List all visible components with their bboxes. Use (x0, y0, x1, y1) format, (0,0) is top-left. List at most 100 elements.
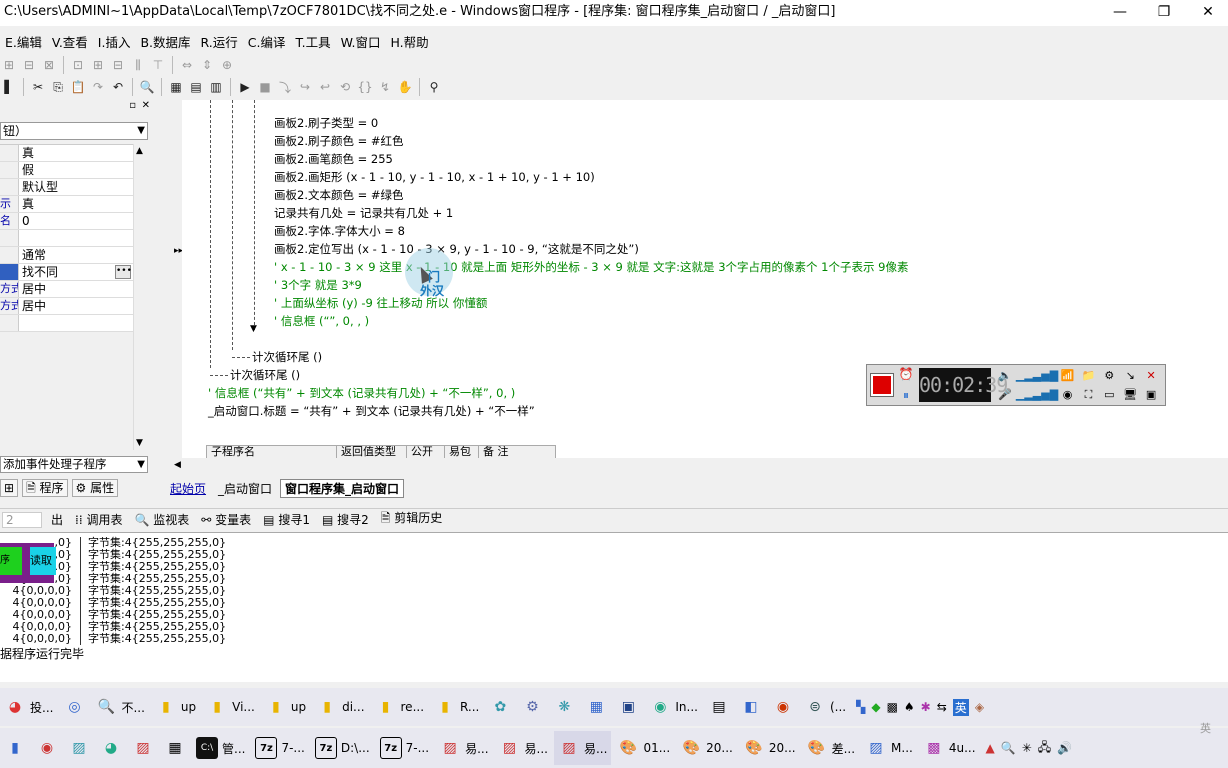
property-row[interactable]: 名0 (0, 213, 133, 230)
bottom-tab-input[interactable]: 2 (2, 511, 42, 528)
step6-icon[interactable]: ↯ (376, 78, 394, 96)
property-row[interactable] (0, 315, 133, 332)
taskbar-item[interactable]: ▨ 易... (435, 731, 492, 765)
stop-icon[interactable]: ■ (256, 78, 274, 96)
taskbar-item[interactable]: ▦ (160, 731, 190, 765)
property-row[interactable]: 真 (0, 145, 133, 162)
toolbar-left-icon[interactable]: ▌ (0, 78, 18, 96)
ime-indicator[interactable]: 英 (952, 698, 969, 716)
tab-program[interactable]: 🗎 程序 (22, 479, 68, 497)
taskbar-item[interactable]: ▮ (0, 731, 30, 765)
layout3-icon[interactable]: ▥ (207, 78, 225, 96)
property-scrollbar[interactable]: ▲ ▼ (133, 144, 147, 450)
tab-window-assembly[interactable]: 窗口程序集_启动窗口 (280, 478, 405, 498)
menu-database[interactable]: B.数据库 (135, 32, 195, 51)
step4-icon[interactable]: ⟲ (336, 78, 354, 96)
code-line[interactable]: 画板2.定位写出 (x - 1 - 10 - 3 × 9, y - 1 - 10… (274, 240, 639, 258)
taskbar-item[interactable]: ◉ (768, 690, 798, 724)
comment-line[interactable]: ' 上面纵坐标 (y) -9 往上移动 所以 你懂额 (274, 294, 487, 312)
taskbar-item[interactable]: ▦ (581, 690, 611, 724)
taskbar-item[interactable]: ◕ 投... (0, 690, 57, 724)
tray-icon[interactable]: ◈ (975, 700, 984, 714)
output-panel[interactable]: ,0} ,0} .0} 4{0,0,0,0} 4{0,0,0,0} 4{0,0,0,0}… (0, 532, 1228, 682)
tray-icon[interactable]: ✱ (921, 700, 931, 714)
pause-icon[interactable]: ⏸ (903, 388, 909, 403)
tray-icon[interactable]: ▲ (986, 741, 995, 755)
step1-icon[interactable]: ⤵ (276, 78, 294, 96)
taskbar-item[interactable]: 🎨 差... (802, 731, 859, 765)
panel-close-icon[interactable]: ✕ (142, 100, 150, 111)
layout2-icon[interactable]: ▤ (187, 78, 205, 96)
taskbar-item[interactable]: 🎨 01... (613, 731, 674, 765)
paste-icon[interactable]: 📋 (69, 78, 87, 96)
property-row[interactable]: 默认型 (0, 179, 133, 196)
comment-line[interactable]: ' 信息框 (“”, 0, , ) (274, 312, 369, 330)
property-row[interactable]: 方式居中 (0, 298, 133, 315)
tray-icon[interactable]: ▚ (856, 700, 865, 714)
copy-icon[interactable]: ⎘ (49, 78, 67, 96)
taskbar-item[interactable]: ▮ up (151, 690, 200, 724)
undo-icon[interactable]: ↶ (109, 78, 127, 96)
folder-icon[interactable]: 📁 (1079, 367, 1099, 385)
bottom-tab-search1[interactable]: ▤ 搜寻1 (260, 511, 313, 528)
code-hscrollbar[interactable]: ◀ (170, 460, 1228, 474)
tray-icon[interactable]: ♠ (904, 700, 915, 714)
tray-icon[interactable]: ◆ (871, 700, 880, 714)
code-line[interactable]: 画板2.刷子类型 = 0 (274, 114, 378, 132)
step5-icon[interactable]: {} (356, 78, 374, 96)
step3-icon[interactable]: ↩ (316, 78, 334, 96)
same-height-icon[interactable]: ⇕ (198, 56, 216, 74)
tray-icon[interactable]: ▩ (887, 700, 898, 714)
taskbar-item[interactable]: ✿ (485, 690, 515, 724)
tray-icon[interactable]: ✳ (1022, 741, 1032, 755)
minimize-button[interactable]: — (1100, 0, 1140, 26)
close-icon[interactable]: ✕ (1141, 367, 1161, 385)
layout1-icon[interactable]: ▦ (167, 78, 185, 96)
binoculars-icon[interactable]: ⚲ (425, 78, 443, 96)
bottom-tab-call-table[interactable]: ⁞⁞ 调用表 (72, 511, 125, 528)
align-middle-icon[interactable]: ⊞ (89, 56, 107, 74)
microphone-icon[interactable]: 🎤 (995, 386, 1015, 404)
property-row[interactable]: 方式居中 (0, 281, 133, 298)
taskbar-item[interactable]: ◉ (32, 731, 62, 765)
distribute-h-icon[interactable]: ⫼ (129, 56, 147, 74)
speaker-icon[interactable]: 🔈 (995, 367, 1015, 385)
monitor-icon[interactable]: 🖥 (1120, 386, 1140, 404)
screen-icon[interactable]: ▣ (1141, 386, 1161, 404)
fullscreen-icon[interactable]: ⛶ (1079, 386, 1099, 404)
tab-start-page[interactable]: 起始页 (166, 480, 210, 497)
taskbar-item[interactable]: 7z 7-... (376, 731, 433, 765)
align-left-icon[interactable]: ⊞ (0, 56, 18, 74)
comment-line[interactable]: ' 3个字 就是 3*9 (274, 276, 362, 294)
align-right-icon[interactable]: ⊠ (40, 56, 58, 74)
taskbar-item[interactable]: ▮ re... (371, 690, 429, 724)
same-size-icon[interactable]: ⊕ (218, 56, 236, 74)
code-line[interactable]: 画板2.字体.字体大小 = 8 (274, 222, 405, 240)
volume-icon[interactable]: 🔊 (1057, 741, 1072, 755)
property-row[interactable] (0, 230, 133, 247)
taskbar-item[interactable]: ▨ 易... (495, 731, 552, 765)
menu-window[interactable]: W.窗口 (336, 32, 386, 51)
taskbar-item[interactable]: ▨ (128, 731, 158, 765)
same-width-icon[interactable]: ⇔ (178, 56, 196, 74)
taskbar-item[interactable]: ▩ 4u... (919, 731, 980, 765)
distribute-v-icon[interactable]: ⊤ (149, 56, 167, 74)
menu-view[interactable]: V.查看 (47, 32, 93, 51)
window-icon[interactable]: ▭ (1099, 386, 1119, 404)
close-button[interactable]: ✕ (1188, 0, 1228, 26)
redo-icon[interactable]: ↷ (89, 78, 107, 96)
taskbar-item[interactable]: ◕ (96, 731, 126, 765)
taskbar-item[interactable]: 7z D:\... (311, 731, 374, 765)
step2-icon[interactable]: ↪ (296, 78, 314, 96)
read-button[interactable]: 读取 (30, 547, 56, 575)
property-row[interactable]: 示真 (0, 196, 133, 213)
maximize-button[interactable]: ❐ (1144, 0, 1184, 26)
taskbar-item[interactable]: 🎨 20... (739, 731, 800, 765)
taskbar-item[interactable]: ▮ up (261, 690, 310, 724)
taskbar-item[interactable]: ◎ (59, 690, 89, 724)
taskbar-item[interactable]: ▨ (64, 731, 94, 765)
record-stop-button[interactable] (871, 374, 893, 396)
taskbar-item[interactable]: ▤ (704, 690, 734, 724)
scroll-left-icon[interactable]: ◀ (174, 460, 181, 470)
property-row-selected[interactable]: 找不同 ••• (0, 264, 133, 281)
